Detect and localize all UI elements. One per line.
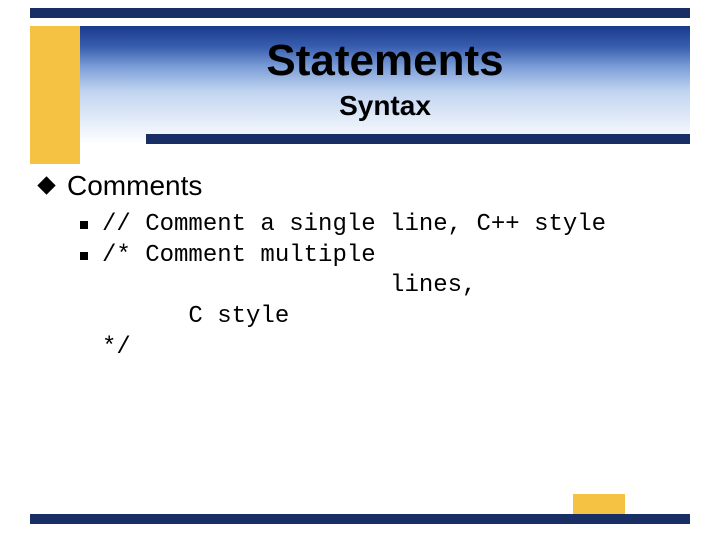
header-yellow-block [30,26,80,144]
top-accent-bar [30,8,690,18]
bottom-accent-bar [30,514,690,524]
square-bullet-icon [80,221,88,229]
slide-subtitle: Syntax [80,90,690,122]
content-area: Comments // Comment a single line, C++ s… [40,170,690,364]
section-heading-row: Comments [40,170,690,202]
code-line-1: // Comment a single line, C++ style [102,210,606,241]
diamond-bullet-icon [37,176,55,194]
code-line-2: /* Comment multiple lines, C style */ [102,241,476,364]
slide-title: Statements [80,36,690,86]
sub-list: // Comment a single line, C++ style /* C… [80,210,690,364]
header-yellow-ext [30,144,80,164]
section-heading: Comments [67,170,202,202]
square-bullet-icon [80,252,88,260]
list-item: // Comment a single line, C++ style [80,210,690,241]
subtitle-underline-bar [146,134,690,144]
list-item: /* Comment multiple lines, C style */ [80,241,690,364]
bottom-yellow-block [573,494,625,514]
